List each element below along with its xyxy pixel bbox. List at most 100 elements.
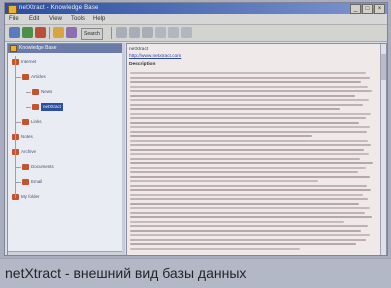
folder-icon [22, 179, 29, 185]
tree-item-label: netXtract [41, 103, 64, 111]
text-line [130, 103, 363, 106]
text-line [130, 238, 366, 241]
text-line [130, 135, 312, 137]
menu-edit[interactable]: Edit [29, 14, 39, 24]
text-line [130, 234, 370, 236]
tree-connector [16, 167, 21, 168]
document-view: netXtract http://www.netxtract.com Descr… [126, 43, 387, 255]
text-line [130, 112, 371, 115]
folder-icon [22, 164, 29, 170]
text-line [130, 139, 368, 142]
title-bar: netXtract - Knowledge Base _ □ × [5, 3, 387, 14]
document-vertical-scrollbar[interactable] [380, 44, 386, 255]
tree-item-label: Articles [31, 74, 46, 79]
text-line [130, 117, 366, 119]
tree-horizontal-scrollbar[interactable] [8, 251, 122, 255]
help-icon[interactable] [181, 27, 192, 38]
folder-icon [22, 119, 29, 125]
text-line [130, 81, 361, 83]
screenshot-photo: netXtract - Knowledge Base _ □ × File Edit… [0, 0, 391, 258]
folder-icon [32, 89, 39, 95]
folder-icon [32, 104, 39, 110]
toolbar-divider [49, 27, 50, 39]
toolbar: Search [5, 25, 387, 42]
pane-splitter[interactable] [122, 43, 125, 255]
stop-icon[interactable] [35, 27, 46, 38]
text-line [130, 229, 361, 232]
tree-item-label: Links [31, 119, 42, 124]
text-line [130, 189, 371, 191]
document-url-link[interactable]: http://www.netxtract.com [129, 53, 181, 60]
tree-connector [16, 77, 21, 78]
maximize-icon[interactable]: □ [362, 4, 373, 14]
text-line [130, 247, 300, 250]
text-line [130, 171, 358, 173]
scrollbar-thumb[interactable] [381, 54, 386, 80]
tree-connector [26, 92, 31, 93]
text-line [130, 225, 368, 227]
menu-help[interactable]: Help [93, 14, 105, 24]
text-line [130, 99, 369, 101]
text-line [130, 243, 356, 245]
app-window: netXtract - Knowledge Base _ □ × File Edit… [4, 2, 388, 256]
text-line [130, 144, 371, 146]
search-button[interactable]: Search [81, 28, 103, 40]
photo-caption: netXtract - внешний вид базы данных [0, 258, 391, 288]
document-heading: Description [129, 62, 156, 67]
tree-connector [16, 122, 21, 123]
tree-connector [16, 182, 21, 183]
toolbar-divider [111, 27, 112, 39]
properties-icon[interactable] [168, 27, 179, 38]
tree-connector [26, 107, 31, 108]
text-line [130, 72, 366, 74]
document-title: netXtract [129, 47, 149, 52]
text-line [130, 130, 367, 133]
menu-tools[interactable]: Tools [71, 14, 85, 24]
app-icon [8, 5, 17, 14]
text-line [130, 180, 318, 182]
text-line [130, 175, 370, 178]
text-line [130, 166, 366, 169]
text-line [130, 184, 367, 187]
tree-item-label: Notes [21, 134, 33, 139]
text-line [130, 76, 370, 79]
menu-view[interactable]: View [49, 14, 62, 24]
database-icon [10, 45, 17, 52]
text-line [130, 108, 340, 110]
back-icon[interactable] [9, 27, 20, 38]
menu-file[interactable]: File [9, 14, 19, 24]
paste-icon[interactable] [142, 27, 153, 38]
forward-icon[interactable] [22, 27, 33, 38]
text-line [130, 157, 360, 160]
folder-icon [22, 74, 29, 80]
tree-root-label: Knowledge Base [19, 45, 57, 51]
tree-root[interactable]: Knowledge Base [8, 44, 122, 53]
minimize-icon[interactable]: _ [350, 4, 361, 14]
print-icon[interactable] [155, 27, 166, 38]
text-line [130, 216, 372, 218]
cut-icon[interactable] [116, 27, 127, 38]
text-line [130, 162, 373, 164]
folder-icon[interactable] [53, 27, 64, 38]
tree-item-label: Archive [21, 149, 37, 154]
tree-item-label: My folder [21, 194, 40, 199]
tree-item-label: Email [31, 179, 43, 184]
text-line [130, 220, 344, 223]
menu-bar: File Edit View Tools Help [5, 14, 387, 25]
save-icon[interactable] [66, 27, 77, 38]
caption-text: netXtract - внешний вид базы данных [5, 265, 247, 281]
text-line [130, 126, 370, 128]
text-line [130, 85, 368, 88]
tree-item-label: News [41, 89, 53, 94]
tree-item-label: Internet [21, 59, 37, 64]
tree-connector [15, 56, 16, 198]
tree-item-label: Documents [31, 164, 54, 169]
text-line [130, 211, 365, 214]
folder-tree: Knowledge Base Internet Articles News netXt… [7, 43, 123, 255]
text-line [130, 202, 359, 205]
text-line [130, 198, 368, 200]
text-line [130, 121, 359, 124]
close-icon[interactable]: × [374, 4, 385, 14]
copy-icon[interactable] [129, 27, 140, 38]
text-line [130, 153, 369, 155]
